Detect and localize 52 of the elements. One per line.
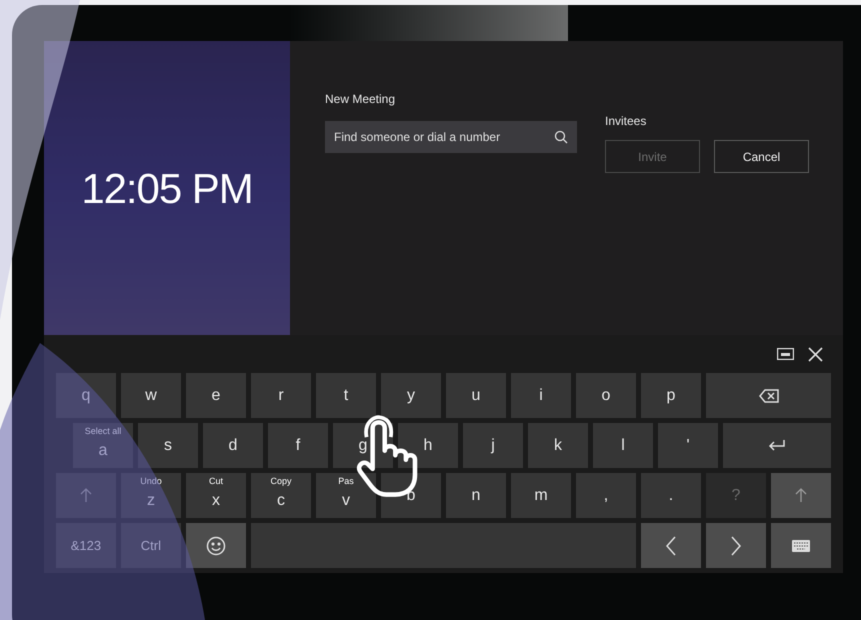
keyboard-key[interactable]: y [381,373,441,418]
keyboard-key[interactable]: k [528,423,588,468]
keyboard-key[interactable]: n [446,473,506,518]
keyboard-key[interactable]: ' [658,423,718,468]
key-hint: Undo [139,475,163,488]
keyboard-key[interactable]: i [511,373,571,418]
keyboard-icon [792,540,810,552]
keyboard-key[interactable]: Pas v [316,473,376,518]
search-input[interactable]: Find someone or dial a number [334,128,534,146]
keyboard-key[interactable]: Undo z [121,473,181,518]
search-icon [554,130,568,144]
keyboard-key[interactable] [771,523,832,568]
dock-icon[interactable] [777,348,794,360]
keyboard-key[interactable]: h [398,423,458,468]
keyboard-key[interactable]: f [268,423,328,468]
key-hint: Copy [269,475,292,488]
key-hint: Select all [84,425,122,438]
keyboard-key[interactable]: d [203,423,263,468]
keyboard-key[interactable]: w [121,373,181,418]
keyboard-key[interactable]: , [576,473,636,518]
chevron-left-icon [666,536,676,556]
meeting-title: New Meeting [325,91,396,108]
shift-icon [795,488,807,503]
keyboard-key[interactable]: Cut x [186,473,246,518]
keyboard-key[interactable]: e [186,373,246,418]
key-hint: Pas [337,475,355,488]
smiley-icon [206,536,226,556]
keyboard-key[interactable]: r [251,373,311,418]
backspace-icon [758,388,778,402]
meeting-button[interactable]: Cancel [714,140,809,173]
enter-icon [768,439,786,452]
keyboard-key[interactable]: Copy c [251,473,311,518]
keyboard-key[interactable] [186,523,246,568]
key-hint: Cut [208,475,224,488]
chevron-right-icon [731,536,742,556]
space-key[interactable] [250,523,636,568]
clock-time: 12:05 PM [81,164,253,214]
keyboard-key[interactable]: s [138,423,198,468]
keyboard-key[interactable]: j [463,423,523,468]
keyboard-key[interactable]: l [593,423,653,468]
keyboard-key[interactable]: Select all a [73,423,133,468]
search-field[interactable]: Find someone or dial a number [325,121,577,153]
invitees-label: Invitees [605,113,648,130]
keyboard-key[interactable]: u [446,373,506,418]
keyboard-key[interactable]: . [641,473,701,518]
shift-icon [80,488,92,503]
keyboard-key[interactable]: o [576,373,636,418]
close-icon[interactable] [808,346,823,362]
keyboard-key[interactable] [706,373,831,418]
keyboard-key[interactable]: t [316,373,376,418]
keyboard-key[interactable]: m [511,473,571,518]
keyboard-key[interactable]: p [641,373,701,418]
